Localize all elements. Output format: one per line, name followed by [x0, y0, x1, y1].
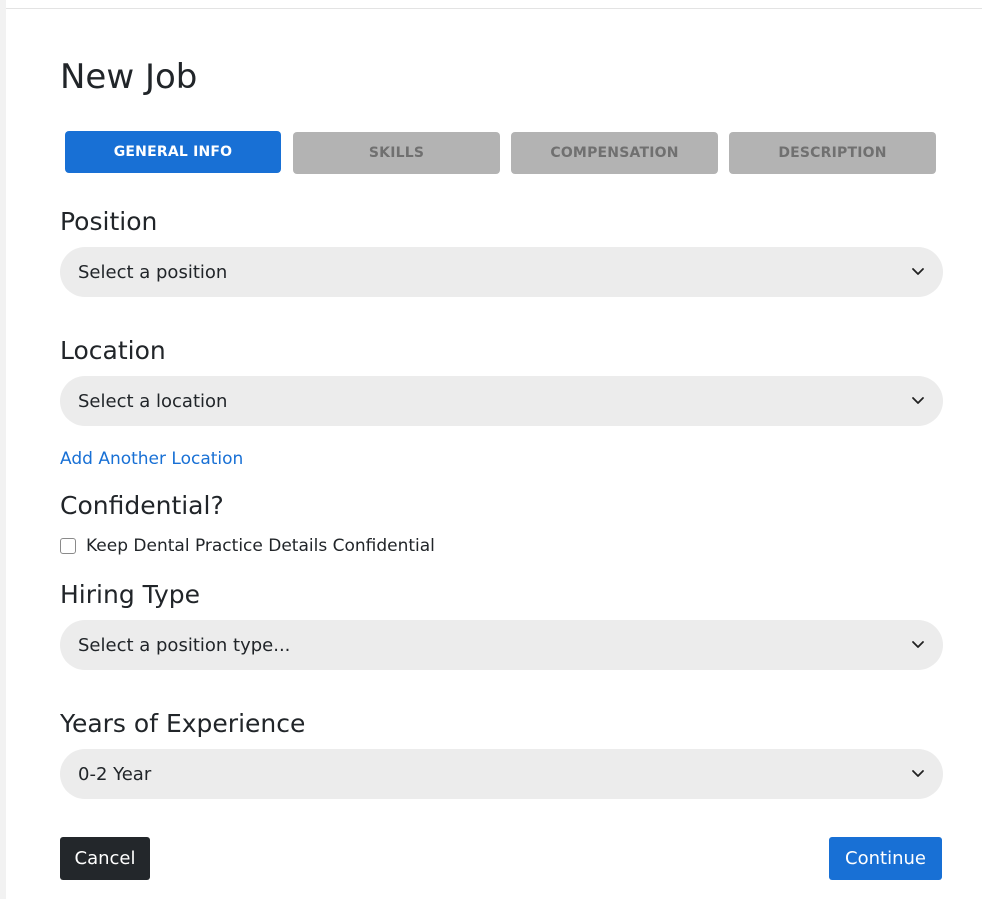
confidential-checkbox-row: Keep Dental Practice Details Confidentia…	[60, 535, 435, 557]
cancel-button[interactable]: Cancel	[60, 837, 150, 880]
step-tabs: GENERAL INFO SKILLS COMPENSATION DESCRIP…	[65, 131, 936, 175]
position-select-value: Select a position	[78, 261, 228, 283]
location-select[interactable]: Select a location	[60, 376, 943, 426]
chevron-down-icon	[912, 770, 924, 777]
experience-select-value: 0-2 Year	[78, 763, 152, 785]
confidential-checkbox[interactable]	[60, 538, 76, 554]
experience-select[interactable]: 0-2 Year	[60, 749, 943, 799]
chevron-down-icon	[912, 268, 924, 275]
experience-label: Years of Experience	[60, 709, 306, 738]
top-divider	[6, 8, 982, 9]
left-rail	[0, 0, 6, 899]
hiring-type-label: Hiring Type	[60, 580, 201, 609]
add-another-location-link[interactable]: Add Another Location	[60, 448, 243, 470]
continue-button[interactable]: Continue	[829, 837, 942, 880]
position-select[interactable]: Select a position	[60, 247, 943, 297]
tab-description[interactable]: DESCRIPTION	[729, 132, 936, 174]
chevron-down-icon	[912, 397, 924, 404]
confidential-checkbox-label: Keep Dental Practice Details Confidentia…	[86, 536, 435, 556]
confidential-label: Confidential?	[60, 491, 224, 520]
tab-compensation[interactable]: COMPENSATION	[511, 132, 718, 174]
hiring-type-select-value: Select a position type...	[78, 634, 291, 656]
tab-general-info[interactable]: GENERAL INFO	[65, 131, 281, 173]
tab-skills[interactable]: SKILLS	[293, 132, 500, 174]
position-label: Position	[60, 207, 158, 236]
chevron-down-icon	[912, 641, 924, 648]
location-label: Location	[60, 336, 166, 365]
page-title: New Job	[60, 57, 198, 97]
hiring-type-select[interactable]: Select a position type...	[60, 620, 943, 670]
location-select-value: Select a location	[78, 390, 228, 412]
